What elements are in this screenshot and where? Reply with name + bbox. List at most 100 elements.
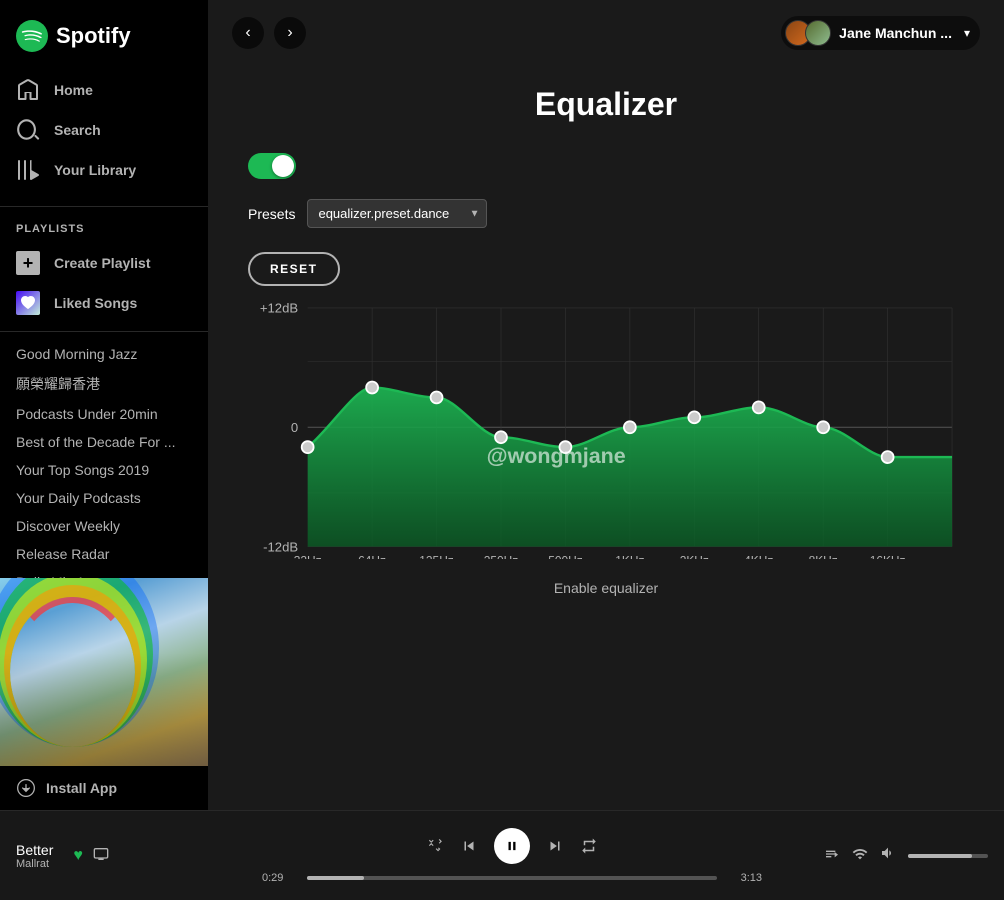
download-icon xyxy=(16,778,36,798)
rainbow-decoration xyxy=(10,597,135,747)
sidebar-item-home[interactable]: Home xyxy=(0,70,208,110)
spotify-text: Spotify xyxy=(56,23,131,49)
search-icon xyxy=(16,118,40,142)
svg-text:4KHz: 4KHz xyxy=(744,553,773,558)
eq-handle-0[interactable] xyxy=(302,441,314,453)
eq-toggle-row xyxy=(248,153,964,179)
sidebar-thumbnail xyxy=(0,578,208,766)
liked-songs-icon xyxy=(16,291,40,315)
back-button[interactable]: ‹ xyxy=(232,17,264,49)
playlist-item[interactable]: Podcasts Under 20min xyxy=(0,400,208,428)
playlist-item[interactable]: Release Radar xyxy=(0,540,208,568)
playlist-divider xyxy=(0,331,208,332)
sidebar: Spotify Home Search Your Library xyxy=(0,0,208,810)
now-playing-actions: ♥ xyxy=(73,846,109,865)
devices-button[interactable] xyxy=(852,846,868,865)
eq-handle-7[interactable] xyxy=(753,401,765,413)
avatar-2 xyxy=(805,20,831,46)
presets-row: Presets equalizer.preset.dance equalizer… xyxy=(248,199,964,228)
sidebar-item-library[interactable]: Your Library xyxy=(0,150,208,190)
nav-divider xyxy=(0,206,208,207)
progress-fill xyxy=(307,876,364,880)
equalizer-title: Equalizer xyxy=(248,86,964,123)
eq-handle-9[interactable] xyxy=(882,451,894,463)
playlist-item[interactable]: Good Morning Jazz xyxy=(0,340,208,368)
reset-button[interactable]: RESET xyxy=(248,252,340,286)
eq-handle-8[interactable] xyxy=(817,421,829,433)
svg-text:125Hz: 125Hz xyxy=(419,553,454,558)
library-icon xyxy=(16,158,40,182)
eq-handle-6[interactable] xyxy=(688,411,700,423)
eq-handle-5[interactable] xyxy=(624,421,636,433)
liked-songs-item[interactable]: Liked Songs xyxy=(0,283,208,323)
search-label: Search xyxy=(54,122,101,138)
time-total: 3:13 xyxy=(727,872,762,884)
heart-button[interactable]: ♥ xyxy=(73,847,83,865)
progress-track[interactable] xyxy=(307,876,717,880)
svg-text:250Hz: 250Hz xyxy=(484,553,519,558)
eq-chart-container: +12dB 0 -12dB @wongmjane 32Hz 64Hz 125Hz… xyxy=(248,296,964,564)
playlist-item[interactable]: Your Daily Podcasts xyxy=(0,484,208,512)
eq-handle-3[interactable] xyxy=(495,431,507,443)
home-label: Home xyxy=(54,82,93,98)
shuffle-button[interactable] xyxy=(426,837,444,855)
track-artist: Mallrat xyxy=(16,858,53,870)
pause-button[interactable] xyxy=(494,828,530,864)
svg-text:16KHz: 16KHz xyxy=(870,553,906,558)
plus-icon: + xyxy=(16,251,40,275)
now-playing-info: Better Mallrat xyxy=(16,842,53,870)
user-menu[interactable]: Jane Manchun ... ▾ xyxy=(781,16,980,50)
player-right xyxy=(788,845,988,866)
dropdown-arrow-icon: ▾ xyxy=(964,26,970,40)
queue-button[interactable] xyxy=(824,846,840,865)
now-playing-section: Better Mallrat ♥ xyxy=(16,842,236,870)
db-max-label: +12dB xyxy=(260,301,299,316)
equalizer-page: Equalizer Presets equalizer.preset.dance… xyxy=(208,66,1004,810)
spotify-logo[interactable]: Spotify xyxy=(0,0,208,62)
svg-text:8KHz: 8KHz xyxy=(809,553,838,558)
eq-chart: +12dB 0 -12dB @wongmjane 32Hz 64Hz 125Hz… xyxy=(248,296,964,559)
eq-handle-2[interactable] xyxy=(431,391,443,403)
time-current: 0:29 xyxy=(262,872,297,884)
player-center: 0:29 3:13 xyxy=(236,828,788,884)
topbar: ‹ › Jane Manchun ... ▾ xyxy=(208,0,1004,66)
progress-bar-row: 0:29 3:13 xyxy=(262,872,762,884)
eq-toggle[interactable] xyxy=(248,153,296,179)
svg-text:32Hz: 32Hz xyxy=(294,553,322,558)
liked-songs-label: Liked Songs xyxy=(54,295,137,311)
forward-button[interactable]: › xyxy=(274,17,306,49)
repeat-button[interactable] xyxy=(580,837,598,855)
library-label: Your Library xyxy=(54,162,136,178)
volume-fill xyxy=(908,854,972,858)
topbar-nav: ‹ › xyxy=(232,17,306,49)
enable-eq-label: Enable equalizer xyxy=(248,580,964,596)
install-app-label: Install App xyxy=(46,780,117,796)
toggle-knob xyxy=(272,155,294,177)
presets-label: Presets xyxy=(248,206,295,222)
next-button[interactable] xyxy=(546,837,564,855)
volume-icon[interactable] xyxy=(880,845,896,866)
install-app-item[interactable]: Install App xyxy=(0,766,208,810)
playlist-item[interactable]: Your Top Songs 2019 xyxy=(0,456,208,484)
main-content: ‹ › Jane Manchun ... ▾ Equalizer Prese xyxy=(208,0,1004,810)
svg-text:1KHz: 1KHz xyxy=(615,553,644,558)
bottom-player-bar: Better Mallrat ♥ xyxy=(0,810,1004,900)
volume-slider[interactable] xyxy=(908,854,988,858)
playlist-item[interactable]: Best of the Decade For ... xyxy=(0,428,208,456)
playlist-item[interactable]: Discover Weekly xyxy=(0,512,208,540)
user-avatars xyxy=(785,20,831,46)
spotify-logo-icon xyxy=(16,20,48,52)
db-min-label: -12dB xyxy=(263,539,298,554)
eq-handle-1[interactable] xyxy=(366,382,378,394)
svg-text:500Hz: 500Hz xyxy=(548,553,583,558)
presets-select[interactable]: equalizer.preset.dance equalizer.preset.… xyxy=(307,199,487,228)
playlist-item[interactable]: Daily Mix 1 xyxy=(0,568,208,578)
prev-button[interactable] xyxy=(460,837,478,855)
create-playlist-item[interactable]: + Create Playlist xyxy=(0,243,208,283)
screen-button[interactable] xyxy=(93,846,109,865)
playlist-list: Good Morning Jazz 願榮耀歸香港 Podcasts Under … xyxy=(0,340,208,578)
playlist-item[interactable]: 願榮耀歸香港 xyxy=(0,368,208,400)
sidebar-item-search[interactable]: Search xyxy=(0,110,208,150)
player-controls xyxy=(426,828,598,864)
user-name: Jane Manchun ... xyxy=(839,25,952,41)
